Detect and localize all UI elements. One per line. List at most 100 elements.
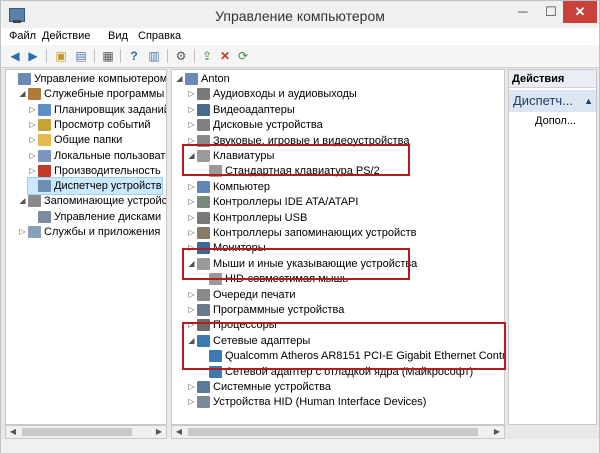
system-device-icon [197, 381, 210, 393]
expand-arrow-icon[interactable]: ▷ [187, 302, 196, 318]
menu-action[interactable]: Действие [42, 30, 90, 42]
nav-tree-item[interactable]: ▷ Службы и приложения [18, 224, 160, 240]
tree-item-label: Дисковые устройства [213, 119, 323, 132]
disk-icon [38, 210, 51, 223]
scroll-left-icon[interactable]: ◀ [172, 426, 186, 438]
expand-arrow-icon[interactable]: ▷ [187, 194, 196, 210]
device-horizontal-scrollbar[interactable]: ◀ ▶ [171, 425, 505, 439]
nav-tree-item[interactable]: ▷ Просмотр событий [28, 117, 151, 133]
nav-tree-item[interactable]: ▷ Общие папки [28, 132, 122, 148]
expand-arrow-icon[interactable]: ▷ [187, 117, 196, 133]
nav-tree-item[interactable]: Диспетчер устройств [27, 177, 163, 196]
menu-file[interactable]: Файл [9, 30, 36, 42]
actions-section-label: Диспетч... [513, 93, 573, 108]
expand-arrow-icon[interactable]: ▷ [187, 210, 196, 226]
console-tree-icon[interactable]: ▥ [146, 48, 162, 64]
device-tree-item[interactable]: ▷ Системные устройства [187, 379, 331, 395]
tree-item-label: Локальные пользовате [54, 149, 167, 162]
device-tree-item[interactable]: ▷ Контроллеры IDE ATA/ATAPI [187, 194, 358, 210]
expand-arrow-icon[interactable]: ▷ [187, 225, 196, 241]
expand-arrow-icon[interactable]: ▷ [28, 102, 37, 118]
scroll-left-icon[interactable]: ◀ [6, 426, 20, 438]
device-tree-item[interactable]: ▷ Компьютер [187, 179, 270, 195]
scan-hardware-icon[interactable]: ⚙ [173, 48, 189, 64]
expand-arrow-icon[interactable]: ▷ [187, 86, 196, 102]
device-tree-item[interactable]: ◢ Anton [175, 71, 230, 87]
collapse-arrow-icon[interactable]: ◢ [18, 193, 27, 209]
device-tree-item[interactable]: ▷ Контроллеры USB [187, 210, 307, 226]
nav-tree-item[interactable]: ▷ Планировщик заданий [28, 102, 166, 118]
device-tree-item[interactable]: ▷ Дисковые устройства [187, 117, 323, 133]
storage-icon [28, 195, 41, 208]
scroll-thumb[interactable] [188, 428, 478, 436]
close-button[interactable]: ✕ [563, 1, 597, 23]
storage-ctrl-icon [197, 227, 210, 239]
nav-tree-item[interactable]: ◢ Служебные программы [18, 86, 164, 102]
expand-arrow-icon[interactable]: ▷ [187, 287, 196, 303]
nav-tree-item[interactable]: ▷ Локальные пользовате [28, 148, 167, 164]
device-tree-item[interactable]: ▷ Устройства HID (Human Interface Devices… [187, 394, 426, 410]
expand-arrow-icon[interactable]: ▷ [28, 132, 37, 148]
device-tree-item[interactable]: ▷ Программные устройства [187, 302, 344, 318]
minimize-button[interactable]: ─ [509, 1, 537, 23]
tree-item-label: Контроллеры USB [213, 211, 308, 224]
menu-help[interactable]: Справка [138, 30, 181, 42]
help-icon[interactable]: ? [126, 48, 142, 64]
expand-arrow-icon[interactable]: ▷ [187, 394, 196, 410]
enable-device-icon[interactable]: ⟳ [235, 48, 251, 64]
title-bar[interactable]: Управление компьютером ─ ☐ ✕ [1, 1, 599, 31]
nav-tree-item[interactable]: Управление дисками [28, 209, 161, 225]
device-tree-item[interactable]: ▷ Очереди печати [187, 287, 296, 303]
expand-arrow-icon[interactable]: ▷ [28, 163, 37, 179]
actions-section-device-manager[interactable]: Диспетч... ▲ [509, 90, 596, 112]
expand-arrow-icon[interactable]: ▷ [18, 224, 27, 240]
expand-arrow-icon[interactable]: ▷ [187, 102, 196, 118]
uninstall-icon[interactable]: ✕ [217, 48, 233, 64]
users-icon [38, 149, 51, 162]
expand-arrow-icon[interactable]: ▷ [28, 117, 37, 133]
device-tree-item[interactable]: ▷ Аудиовходы и аудиовыходы [187, 86, 357, 102]
tree-item-label: Видеоадаптеры [213, 103, 295, 116]
expand-arrow-icon[interactable]: ▷ [187, 179, 196, 195]
tree-item-label: Контроллеры запоминающих устройств [213, 227, 417, 239]
scroll-thumb[interactable] [22, 428, 132, 436]
forward-arrow-icon[interactable]: ▶ [25, 48, 41, 64]
tools-icon [28, 88, 41, 101]
tree-item-label: Программные устройства [213, 304, 345, 316]
highlight-network-adapters [182, 322, 506, 370]
back-arrow-icon[interactable]: ◀ [7, 48, 23, 64]
maximize-button[interactable]: ☐ [537, 1, 565, 23]
scroll-right-icon[interactable]: ▶ [490, 426, 504, 438]
device-manager-icon [38, 180, 51, 193]
tree-item-label: Аудиовходы и аудиовыходы [213, 88, 357, 101]
computer-management-window: Управление компьютером ─ ☐ ✕ Файл Действ… [0, 0, 600, 453]
expand-arrow-icon[interactable]: ▷ [187, 379, 196, 395]
nav-tree-item[interactable]: Управление компьютером (л [8, 71, 166, 87]
usb-icon [197, 211, 210, 224]
collapse-arrow-icon[interactable]: ▲ [584, 90, 593, 112]
expand-arrow-icon[interactable]: ▷ [28, 148, 37, 164]
tree-item-label: Общие папки [54, 134, 123, 147]
actions-header: Действия [509, 70, 596, 88]
nav-tree-item[interactable]: ▷ Производительность [28, 163, 161, 179]
tree-item-label: Служебные программы [44, 88, 165, 101]
device-tree-item[interactable]: ▷ Контроллеры запоминающих устройств [187, 225, 416, 241]
up-folder-icon[interactable]: ▣ [53, 48, 69, 64]
update-driver-icon[interactable]: ⇪ [199, 48, 215, 64]
more-actions-link[interactable]: Допол... [535, 115, 576, 127]
collapse-arrow-icon[interactable]: ◢ [18, 86, 27, 102]
show-tree-icon[interactable]: ▤ [73, 48, 89, 64]
nav-tree-item[interactable]: ◢ Запоминающие устройства [18, 193, 166, 209]
collapse-arrow-icon[interactable]: ◢ [175, 71, 184, 87]
highlight-mice [182, 248, 410, 280]
device-tree-item[interactable]: ▷ Видеоадаптеры [187, 102, 295, 118]
scroll-right-icon[interactable]: ▶ [152, 426, 166, 438]
menu-view[interactable]: Вид [108, 30, 128, 42]
tree-item-label: Службы и приложения [44, 226, 161, 238]
left-horizontal-scrollbar[interactable]: ◀ ▶ [5, 425, 167, 439]
event-icon [38, 118, 51, 131]
computer-icon [185, 73, 198, 85]
properties-icon[interactable]: ▦ [100, 48, 116, 64]
tree-item-label: Компьютер [213, 180, 270, 193]
navigation-tree: Управление компьютером (л ◢ Служебные прог… [5, 69, 167, 425]
